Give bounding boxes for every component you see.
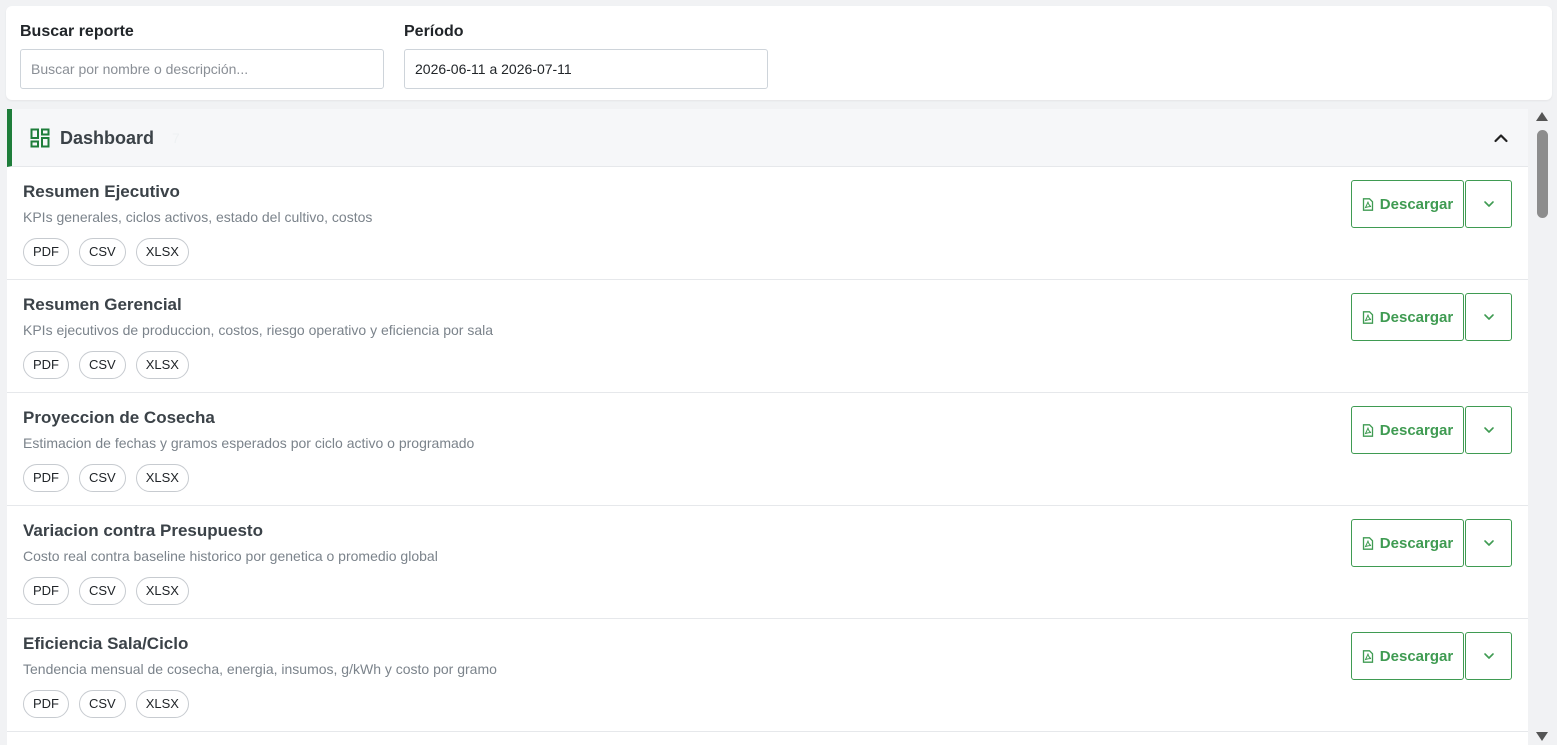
format-chip-pdf: PDF: [23, 351, 69, 379]
pdf-file-icon: [1362, 649, 1373, 663]
chevron-down-icon: [1483, 540, 1494, 546]
pdf-file-icon: [1362, 423, 1373, 437]
report-actions: Descargar: [1351, 519, 1512, 567]
format-chip-xlsx: XLSX: [135, 577, 189, 605]
report-actions: Descargar: [1351, 293, 1512, 341]
report-description: KPIs ejecutivos de produccion, costos, r…: [23, 322, 494, 338]
format-chip-xlsx: XLSX: [135, 351, 189, 379]
report-description: KPIs generales, ciclos activos, estado d…: [23, 209, 373, 225]
section-title: Dashboard: [60, 128, 155, 148]
scroll-down-arrow-icon[interactable]: [1536, 732, 1548, 741]
download-options-button[interactable]: [1465, 632, 1512, 680]
report-row: Resumen Gerencial KPIs ejecutivos de pro…: [7, 280, 1528, 393]
report-row: Variacion contra Presupuesto Costo real …: [7, 506, 1528, 619]
format-chips: PDF CSV XLSX: [23, 464, 189, 492]
download-label: Descargar: [1379, 647, 1454, 665]
report-description: Tendencia mensual de cosecha, energia, i…: [23, 661, 497, 677]
report-row: Resumen Ejecutivo KPIs generales, ciclos…: [7, 167, 1528, 280]
report-title: Proyeccion de Cosecha: [23, 408, 215, 427]
chevron-down-icon: [1483, 201, 1494, 207]
report-actions: Descargar: [1351, 632, 1512, 680]
report-title: Resumen Gerencial: [23, 295, 182, 314]
format-chip-pdf: PDF: [23, 464, 69, 492]
download-button[interactable]: Descargar: [1351, 293, 1464, 341]
format-chip-csv: CSV: [79, 577, 126, 605]
format-chip-pdf: PDF: [23, 238, 69, 266]
download-button[interactable]: Descargar: [1351, 519, 1464, 567]
search-field-group: Buscar reporte: [20, 22, 384, 89]
report-row: Eficiencia Sala/Ciclo Tendencia mensual …: [7, 619, 1528, 732]
format-chip-pdf: PDF: [23, 690, 69, 718]
scrollbar-thumb[interactable]: [1537, 130, 1548, 218]
report-title: Eficiencia Sala/Ciclo: [23, 634, 189, 653]
period-input[interactable]: [404, 49, 768, 89]
download-label: Descargar: [1379, 421, 1454, 439]
scroll-up-arrow-icon[interactable]: [1536, 112, 1548, 121]
report-row: Proyeccion de Cosecha Estimacion de fech…: [7, 393, 1528, 506]
pdf-file-icon: [1362, 310, 1373, 324]
format-chip-csv: CSV: [79, 351, 126, 379]
period-field-group: Período: [404, 22, 768, 89]
report-description: Costo real contra baseline historico por…: [23, 548, 438, 564]
format-chips: PDF CSV XLSX: [23, 238, 189, 266]
download-button[interactable]: Descargar: [1351, 632, 1464, 680]
download-options-button[interactable]: [1465, 406, 1512, 454]
pdf-file-icon: [1362, 197, 1373, 211]
download-label: Descargar: [1379, 195, 1454, 213]
chevron-down-icon: [1483, 314, 1494, 320]
format-chip-xlsx: XLSX: [135, 690, 189, 718]
reports-panel: Dashboard 7 Resumen Ejecutivo KPIs gener…: [7, 109, 1528, 745]
section-count-badge: 7: [172, 130, 180, 146]
format-chip-csv: CSV: [79, 238, 126, 266]
report-actions: Descargar: [1351, 406, 1512, 454]
report-title: Variacion contra Presupuesto: [23, 521, 263, 540]
search-label: Buscar reporte: [20, 23, 134, 40]
format-chips: PDF CSV XLSX: [23, 351, 189, 379]
chevron-down-icon: [1483, 427, 1494, 433]
pdf-file-icon: [1362, 536, 1373, 550]
report-title: Resumen Ejecutivo: [23, 182, 180, 201]
section-header-dashboard[interactable]: Dashboard 7: [7, 109, 1528, 167]
download-button[interactable]: Descargar: [1351, 180, 1464, 228]
search-input[interactable]: [20, 49, 384, 89]
dashboard-grid-icon: [30, 128, 50, 148]
report-list: Resumen Ejecutivo KPIs generales, ciclos…: [7, 167, 1528, 732]
format-chip-xlsx: XLSX: [135, 464, 189, 492]
vertical-scrollbar[interactable]: [1531, 108, 1555, 745]
download-options-button[interactable]: [1465, 180, 1512, 228]
format-chip-xlsx: XLSX: [135, 238, 189, 266]
format-chip-pdf: PDF: [23, 577, 69, 605]
chevron-up-icon[interactable]: [1492, 129, 1510, 147]
chevron-down-icon: [1483, 653, 1494, 659]
format-chips: PDF CSV XLSX: [23, 577, 189, 605]
format-chip-csv: CSV: [79, 464, 126, 492]
format-chip-csv: CSV: [79, 690, 126, 718]
download-options-button[interactable]: [1465, 293, 1512, 341]
download-label: Descargar: [1379, 308, 1454, 326]
download-button[interactable]: Descargar: [1351, 406, 1464, 454]
report-description: Estimacion de fechas y gramos esperados …: [23, 435, 475, 451]
report-actions: Descargar: [1351, 180, 1512, 228]
download-options-button[interactable]: [1465, 519, 1512, 567]
format-chips: PDF CSV XLSX: [23, 690, 189, 718]
filter-bar: Buscar reporte Período: [6, 6, 1552, 100]
period-label: Período: [404, 23, 464, 40]
download-label: Descargar: [1379, 534, 1454, 552]
